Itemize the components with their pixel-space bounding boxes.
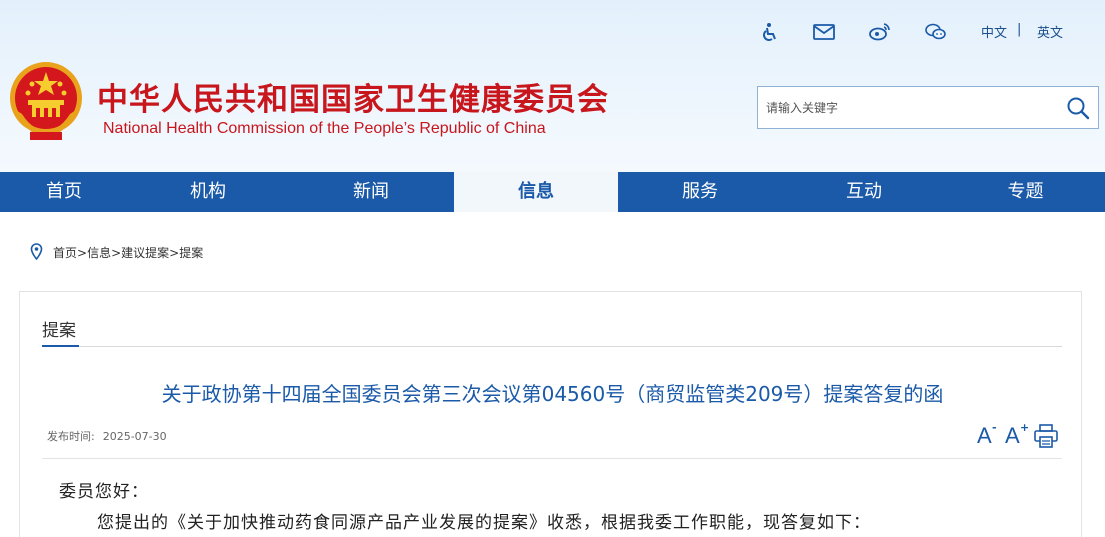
article-greeting: 委员您好： — [59, 482, 149, 502]
section-divider — [42, 346, 1062, 347]
print-icon[interactable] — [1033, 423, 1059, 449]
nav-item-information[interactable]: 信息 — [454, 172, 618, 212]
content-panel — [19, 291, 1082, 537]
meta-divider — [42, 458, 1062, 459]
lang-separator: | — [1017, 22, 1022, 37]
breadcrumb-home[interactable]: 首页 — [53, 246, 77, 260]
site-title: 中华人民共和国国家卫生健康委员会 — [97, 82, 609, 118]
breadcrumb-proposals[interactable]: 建议提案 — [121, 246, 169, 260]
publish-info: 发布时间: 2025-07-30 — [47, 428, 167, 444]
lang-chinese-link[interactable]: 中文 — [981, 22, 1007, 41]
font-increase-button[interactable]: A + — [1005, 421, 1029, 449]
font-decrease-label: A — [977, 423, 992, 448]
wechat-icon[interactable] — [924, 22, 948, 42]
lang-english-link[interactable]: 英文 — [1037, 22, 1063, 41]
font-decrease-sign: - — [992, 421, 997, 434]
national-emblem-icon[interactable] — [8, 60, 84, 142]
section-underline — [42, 345, 79, 347]
accessibility-icon[interactable] — [758, 22, 782, 42]
search-box — [757, 86, 1099, 129]
font-increase-label: A — [1005, 423, 1020, 448]
main-nav: 首页 机构 新闻 信息 服务 互动 专题 — [0, 172, 1105, 212]
publish-label: 发布时间: — [47, 430, 95, 443]
breadcrumb-separator: > — [77, 246, 88, 260]
nav-item-home[interactable]: 首页 — [0, 172, 128, 212]
nav-item-institutions[interactable]: 机构 — [128, 172, 288, 212]
article-paragraph: 您提出的《关于加快推动药食同源产品产业发展的提案》收悉，根据我委工作职能，现答复… — [97, 513, 871, 533]
nav-item-topics[interactable]: 专题 — [946, 172, 1105, 212]
nav-item-interaction[interactable]: 互动 — [782, 172, 946, 212]
font-increase-sign: + — [1020, 421, 1030, 434]
section-label: 提案 — [42, 321, 76, 341]
nav-item-services[interactable]: 服务 — [618, 172, 782, 212]
search-input[interactable] — [766, 97, 1056, 119]
breadcrumb-separator: > — [169, 246, 180, 260]
breadcrumb-current[interactable]: 提案 — [179, 246, 203, 260]
article-title: 关于政协第十四届全国委员会第三次会议第04560号（商贸监管类209号）提案答复… — [161, 382, 944, 406]
nav-item-news[interactable]: 新闻 — [288, 172, 454, 212]
search-icon[interactable] — [1066, 96, 1090, 120]
breadcrumb-separator: > — [111, 246, 122, 260]
site-header: 中华人民共和国国家卫生健康委员会 National Health Commiss… — [0, 0, 1105, 172]
site-subtitle: National Health Commission of the People… — [103, 120, 546, 137]
publish-date: 2025-07-30 — [102, 430, 167, 443]
mail-icon[interactable] — [812, 22, 836, 42]
breadcrumb-information[interactable]: 信息 — [87, 246, 111, 260]
weibo-icon[interactable] — [868, 22, 892, 42]
font-decrease-button[interactable]: A - — [977, 421, 997, 449]
location-pin-icon — [30, 243, 43, 260]
